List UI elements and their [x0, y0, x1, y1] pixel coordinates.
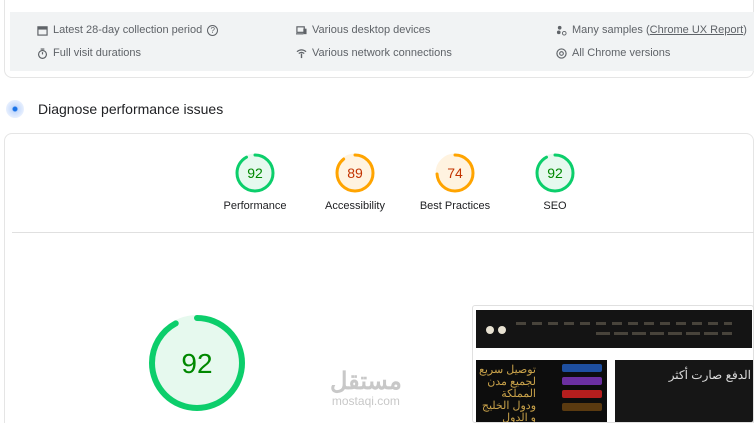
score-label: Accessibility [325, 200, 385, 212]
help-icon[interactable]: ? [207, 24, 219, 36]
main-performance-gauge: 92 [146, 312, 248, 419]
screenshot-nav [476, 310, 752, 348]
diagnose-icon [6, 100, 24, 118]
score-gauge-seo[interactable]: 92 SEO [505, 152, 605, 212]
score-label: Best Practices [419, 200, 491, 212]
chrome-icon [556, 47, 567, 59]
watermark: مستقل mostaqi.com [330, 368, 402, 409]
chrome-versions: All Chrome versions [556, 47, 670, 59]
chrome-ux-report-link[interactable]: Chrome UX Report [650, 24, 744, 36]
samples-icon [556, 25, 567, 36]
score-ring: 92 [235, 153, 275, 193]
score-label: SEO [543, 200, 567, 212]
field-data-info: Latest 28-day collection period ? Full v… [10, 12, 754, 71]
visit-durations: Full visit durations [37, 47, 141, 59]
diagnose-title: Diagnose performance issues [38, 101, 224, 117]
diagnose-header: Diagnose performance issues [6, 100, 223, 118]
score-value: 92 [181, 348, 212, 379]
score-ring: 89 [335, 153, 375, 193]
score-value: 74 [447, 165, 463, 181]
desktop-devices: Various desktop devices [296, 24, 430, 36]
score-ring: 92 [535, 153, 575, 193]
stopwatch-icon [37, 47, 48, 59]
score-label: Performance [223, 200, 287, 212]
collection-period: Latest 28-day collection period ? [37, 24, 219, 36]
many-samples: Many samples (Chrome UX Report) [556, 24, 747, 36]
score-gauge-accessibility[interactable]: 89 Accessibility [305, 152, 405, 212]
divider [12, 232, 754, 233]
score-value: 89 [347, 165, 363, 181]
score-gauge-best-practices[interactable]: 74 Best Practices [405, 152, 505, 212]
score-gauge-performance[interactable]: 92 Performance [205, 152, 305, 212]
screenshot-payment-banner: الدفع صارت أكثر [615, 360, 753, 422]
screenshot-shipping-banner: توصيل سريع لجميع مدن المملكة ودول الخليج… [476, 360, 607, 422]
courier-logos [562, 364, 602, 416]
network-connections: Various network connections [296, 47, 452, 59]
devices-icon [296, 25, 307, 34]
score-value: 92 [247, 165, 263, 181]
score-ring: 92 [149, 315, 245, 411]
network-icon [296, 48, 307, 58]
page-screenshot: توصيل سريع لجميع مدن المملكة ودول الخليج… [472, 305, 754, 423]
calendar-icon [37, 25, 48, 36]
score-ring: 74 [435, 153, 475, 193]
score-value: 92 [547, 165, 563, 181]
